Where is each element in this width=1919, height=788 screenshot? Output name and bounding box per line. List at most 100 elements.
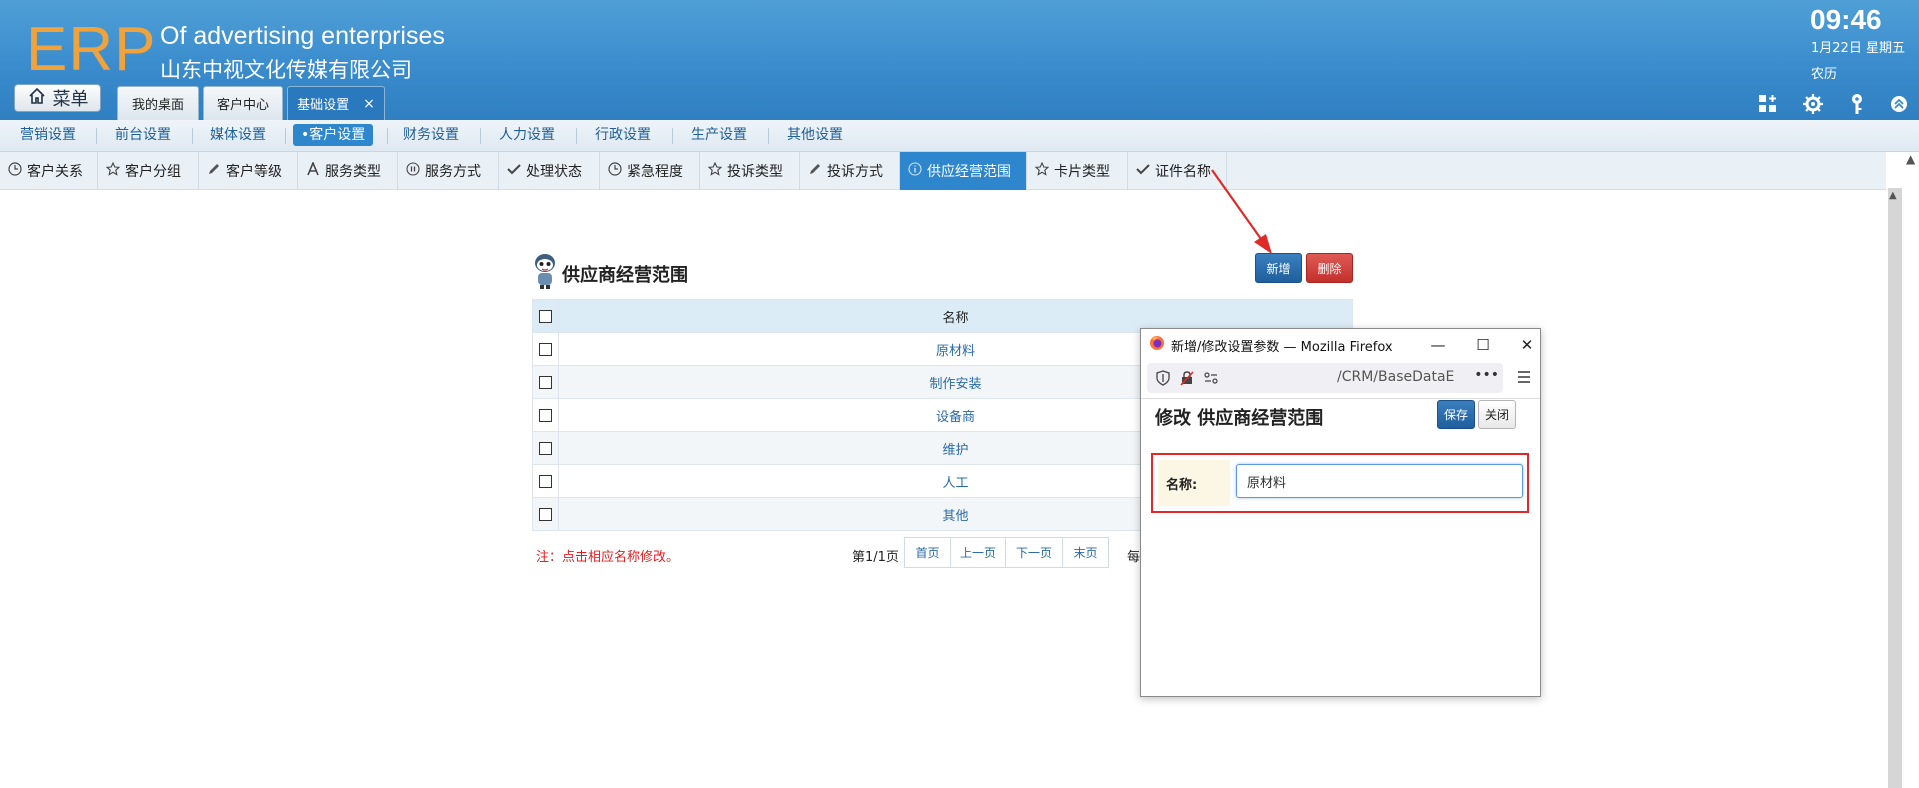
erp-logo: ERP: [26, 15, 157, 84]
key-icon[interactable]: [1846, 93, 1868, 115]
row-checkbox[interactable]: [539, 441, 552, 455]
star-icon: [105, 161, 125, 180]
app-header: ERP Of advertising enterprises 山东中视文化传媒有…: [0, 0, 1919, 120]
row-checkbox-cell: [532, 464, 559, 498]
subtab-label: 投诉类型: [727, 164, 783, 180]
more-options-icon[interactable]: •••: [1474, 367, 1499, 383]
category-marketing[interactable]: 营销设置: [16, 124, 80, 146]
clock-icon: [8, 162, 27, 180]
category-production[interactable]: 生产设置: [687, 124, 751, 146]
grid-add-icon[interactable]: [1757, 93, 1779, 115]
category-frontdesk[interactable]: 前台设置: [111, 124, 175, 146]
permissions-icon[interactable]: [1203, 370, 1219, 386]
lunar-calendar[interactable]: 农历: [1811, 63, 1837, 82]
hamburger-menu-icon[interactable]: [1515, 369, 1533, 385]
tab-label: 客户中心: [216, 98, 269, 113]
date-display: 1月22日 星期五: [1811, 41, 1905, 56]
category-media[interactable]: 媒体设置: [206, 124, 270, 146]
minimize-icon[interactable]: —: [1426, 333, 1450, 357]
subtab-complaint-method[interactable]: 投诉方式: [800, 152, 900, 190]
tab-label: 基础设置: [297, 98, 350, 113]
divider: [1141, 398, 1540, 399]
name-input[interactable]: [1236, 464, 1523, 498]
page-indicator: 第1/1页: [852, 550, 899, 565]
subtab-label: 客户分组: [125, 164, 181, 180]
row-checkbox-cell: [532, 332, 559, 366]
close-window-icon[interactable]: ✕: [1515, 333, 1539, 357]
row-checkbox[interactable]: [539, 507, 552, 521]
clock-icon: [608, 162, 627, 180]
letter-a-icon: [306, 160, 325, 180]
check-icon: [1136, 162, 1155, 180]
maximize-icon[interactable]: ☐: [1471, 333, 1495, 357]
subtab-process-status[interactable]: 处理状态: [499, 152, 600, 190]
close-button[interactable]: 关闭: [1478, 400, 1516, 429]
tab-label: 我的桌面: [131, 98, 184, 113]
divider: [96, 128, 97, 144]
menu-button[interactable]: 菜单: [14, 84, 101, 112]
close-icon[interactable]: ×: [363, 96, 375, 112]
select-all-checkbox[interactable]: [539, 309, 552, 323]
row-checkbox-cell: [532, 497, 559, 531]
row-checkbox[interactable]: [539, 342, 552, 356]
divider: [480, 128, 481, 144]
subtab-label: 紧急程度: [627, 164, 683, 180]
subtab-service-method[interactable]: 服务方式: [398, 152, 499, 190]
category-finance[interactable]: 财务设置: [399, 124, 463, 146]
row-checkbox[interactable]: [539, 375, 552, 389]
settings-category-bar: 营销设置 前台设置 媒体设置 •客户设置 财务设置 人力设置 行政设置 生产设置…: [0, 120, 1919, 152]
row-checkbox[interactable]: [539, 474, 552, 488]
url-text: /CRM/BaseDataE: [1337, 369, 1455, 385]
scrollbar-track[interactable]: [1888, 188, 1902, 788]
gear-icon[interactable]: [1802, 93, 1824, 115]
shield-icon[interactable]: [1155, 370, 1171, 386]
popup-window-title: 新增/修改设置参数 — Mozilla Firefox: [1171, 339, 1393, 355]
check-icon: [507, 162, 526, 180]
tab-customer-center[interactable]: 客户中心: [203, 86, 283, 120]
category-hr[interactable]: 人力设置: [495, 124, 559, 146]
popup-heading: 修改 供应商经营范围: [1155, 408, 1324, 429]
pencil-icon: [808, 162, 827, 180]
tab-basic-settings[interactable]: 基础设置 ×: [287, 86, 385, 120]
subtab-card-type[interactable]: 卡片类型: [1027, 152, 1128, 190]
subtab-customer-group[interactable]: 客户分组: [98, 152, 199, 190]
insecure-lock-icon[interactable]: [1179, 370, 1195, 386]
name-field-label: 名称:: [1158, 460, 1230, 506]
first-page-button[interactable]: 首页: [904, 537, 951, 568]
subtab-label: 卡片类型: [1054, 164, 1110, 180]
hint-note: 注：点击相应名称修改。: [536, 550, 680, 565]
divider: [192, 128, 193, 144]
subtab-complaint-type[interactable]: 投诉类型: [700, 152, 800, 190]
category-other[interactable]: 其他设置: [783, 124, 847, 146]
subtab-label: 服务类型: [325, 164, 381, 180]
vertical-scrollbar[interactable]: ▲ ▲: [1886, 152, 1919, 788]
row-checkbox[interactable]: [539, 408, 552, 422]
url-bar[interactable]: /CRM/BaseDataE •••: [1147, 363, 1503, 393]
row-checkbox-cell: [532, 431, 559, 465]
menu-label: 菜单: [52, 89, 89, 110]
category-customer[interactable]: •客户设置: [293, 124, 374, 146]
scroll-up-arrow-icon[interactable]: ▲: [1889, 190, 1897, 201]
subtab-supplier-scope[interactable]: 供应经营范围: [900, 152, 1027, 190]
divider: [387, 128, 388, 144]
subtab-customer-level[interactable]: 客户等级: [199, 152, 298, 190]
divider: [576, 128, 577, 144]
category-admin[interactable]: 行政设置: [591, 124, 655, 146]
scroll-up-icon[interactable]: ▲: [1906, 152, 1915, 166]
prev-page-button[interactable]: 上一页: [950, 537, 1006, 568]
next-page-button[interactable]: 下一页: [1005, 537, 1063, 568]
star-icon: [707, 161, 727, 180]
save-button[interactable]: 保存: [1437, 400, 1475, 429]
brand-english-name: Of advertising enterprises: [160, 22, 445, 50]
per-page-label: 每: [1127, 550, 1141, 565]
subtab-service-type[interactable]: 服务类型: [298, 152, 398, 190]
select-all-cell: [532, 299, 559, 333]
edit-form: 名称:: [1151, 453, 1529, 513]
chevron-up-circle-icon[interactable]: [1888, 93, 1910, 115]
edit-popup-window: 新增/修改设置参数 — Mozilla Firefox — ☐ ✕ /CRM/B…: [1140, 328, 1541, 697]
last-page-button[interactable]: 末页: [1062, 537, 1109, 568]
subtab-urgency[interactable]: 紧急程度: [600, 152, 700, 190]
subtab-customer-relation[interactable]: 客户关系: [0, 152, 98, 190]
tab-my-desktop[interactable]: 我的桌面: [117, 86, 199, 120]
delete-button[interactable]: 删除: [1306, 253, 1353, 283]
